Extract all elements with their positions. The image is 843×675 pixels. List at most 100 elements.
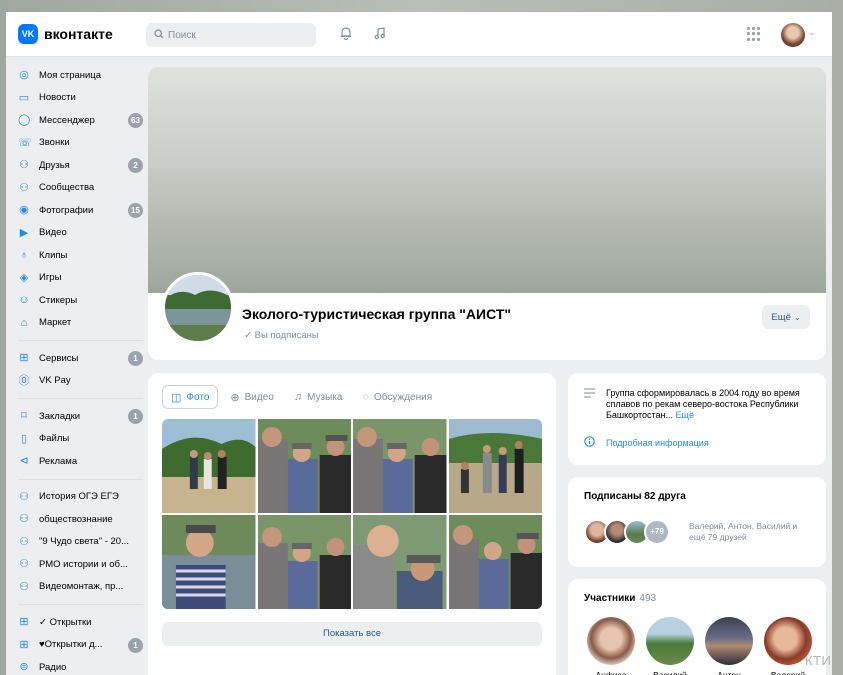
- vkpay-icon: ⓪: [18, 374, 30, 387]
- friends-icon: ⚇: [19, 159, 29, 172]
- notifications-bell-icon[interactable]: [336, 25, 356, 45]
- media-tabs: ◫ Фото ⊕ Видео ♫ Музыка ◌ Обсуждения: [162, 385, 444, 409]
- photo-thumbnail[interactable]: [162, 515, 256, 609]
- file-icon: ▯: [20, 432, 28, 445]
- sidebar-item[interactable]: ▭ Новости: [18, 87, 143, 110]
- sidebar-item[interactable]: ♁ Клипы: [18, 244, 143, 267]
- sidebar-item[interactable]: ☏ Звонки: [18, 132, 143, 155]
- radio-icon: ⊜: [19, 661, 29, 674]
- sidebar-item[interactable]: ⊞ Сервисы 1: [18, 347, 143, 370]
- sidebar-divider: [18, 604, 143, 605]
- sidebar-item-label: Сервисы: [39, 352, 79, 364]
- sidebar-item-label: "9 Чудо света" - 20...: [39, 536, 130, 548]
- stickers-icon: ☺: [18, 294, 30, 307]
- video-icon: ▶: [19, 226, 29, 239]
- sidebar-item[interactable]: ⊜ Радио: [18, 656, 143, 675]
- music-note-icon[interactable]: [370, 25, 390, 45]
- sidebar-item-label: обществознание: [39, 513, 113, 525]
- sidebar-item[interactable]: ⊞ ♥Открытки д... 1: [18, 634, 143, 657]
- sidebar-item[interactable]: ▶ Видео: [18, 222, 143, 245]
- photo-thumbnail[interactable]: [448, 419, 542, 513]
- sidebar-item[interactable]: ⚇ РМО истории и об...: [18, 553, 143, 576]
- tab-music[interactable]: ♫ Музыка: [286, 385, 351, 409]
- sidebar-item[interactable]: ◯ Мессенджер 63: [18, 109, 143, 132]
- photo-thumbnail[interactable]: [353, 419, 447, 513]
- tab-photo[interactable]: ◫ Фото: [162, 385, 219, 409]
- member-item[interactable]: Анфиса: [582, 617, 640, 675]
- photo-thumbnail[interactable]: [162, 419, 256, 513]
- left-sidebar: ◎ Моя страница ▭ Новости ◯ Мессенджер 63 ☏ Звонк…: [18, 64, 143, 675]
- sidebar-item[interactable]: ⊲ Реклама: [18, 450, 143, 473]
- sidebar-item[interactable]: ⚇ обществознание: [18, 508, 143, 531]
- search-icon: [154, 28, 164, 42]
- community-icon: ⚇: [19, 535, 29, 548]
- sidebar-item[interactable]: ◎ Моя страница: [18, 64, 143, 87]
- search-input[interactable]: [168, 29, 308, 41]
- member-avatar: [705, 617, 753, 665]
- subscription-status-label: Вы подписаны: [254, 330, 319, 341]
- text-lines-icon: [584, 388, 595, 401]
- vk-logo[interactable]: VK вконтакте: [18, 24, 113, 44]
- sidebar-item[interactable]: ⚇ История ОГЭ ЕГЭ: [18, 486, 143, 509]
- tab-discussion[interactable]: ◌ Обсуждения: [354, 385, 440, 409]
- apps-grid-icon[interactable]: [747, 27, 761, 41]
- photo-thumbnail[interactable]: [353, 515, 447, 609]
- sidebar-item-label: Новости: [39, 92, 76, 104]
- members-card: Участники 493 Анфиса Василий Антон Валерий: [568, 579, 826, 675]
- sidebar-item-label: Радио: [39, 661, 67, 673]
- member-item[interactable]: Антон: [700, 617, 758, 675]
- chevron-down-icon[interactable]: ⌄: [808, 27, 816, 38]
- top-header: VK вконтакте ⌄: [6, 12, 832, 57]
- subscription-status[interactable]: ✓ Вы подписаны: [244, 330, 319, 341]
- group-cover: [148, 67, 826, 293]
- community-icon: ⚇: [19, 513, 29, 526]
- app-icon: ⊞: [19, 616, 29, 629]
- sidebar-item[interactable]: ⚇ Друзья 2: [18, 154, 143, 177]
- friend-avatars: +79: [584, 519, 670, 545]
- sidebar-item-label: VK Pay: [39, 375, 71, 387]
- sidebar-item-label: Мессенджер: [39, 114, 95, 126]
- subscribed-friends-card[interactable]: Подписаны 82 друга +79 Валерий, Антон, В…: [568, 477, 826, 567]
- member-name: Антон: [717, 670, 741, 675]
- search-box[interactable]: [146, 23, 316, 47]
- sidebar-item[interactable]: ⌂ Маркет: [18, 312, 143, 335]
- watermark: КТИ: [805, 653, 832, 668]
- members-title-label: Участники: [584, 593, 636, 604]
- photo-grid: [162, 419, 542, 609]
- group-title: Эколого-туристическая группа "АИСТ": [242, 306, 512, 322]
- photo-thumbnail[interactable]: [257, 515, 351, 609]
- tab-video[interactable]: ⊕ Видео: [222, 385, 281, 409]
- sidebar-item[interactable]: ☺ Стикеры: [18, 289, 143, 312]
- counter-badge: 63: [128, 113, 143, 128]
- member-name: Анфиса: [595, 670, 627, 675]
- sidebar-item[interactable]: ▯ Файлы: [18, 428, 143, 451]
- sidebar-item-label: Видеомонтаж, пр...: [39, 581, 124, 593]
- video-icon: ⊕: [230, 391, 240, 404]
- description-more-link[interactable]: Ещё: [676, 410, 694, 420]
- details-link[interactable]: Подробная информация: [606, 438, 709, 448]
- photo-thumbnail[interactable]: [448, 515, 542, 609]
- members-title[interactable]: Участники 493: [584, 593, 656, 604]
- sidebar-item[interactable]: ⚇ Видеомонтаж, пр...: [18, 576, 143, 599]
- group-description: Группа сформировалась в 2004 году во вре…: [606, 388, 812, 421]
- counter-badge: 15: [128, 203, 143, 218]
- member-item[interactable]: Василий: [641, 617, 699, 675]
- sidebar-item[interactable]: ⊞ ✓ Открытки: [18, 611, 143, 634]
- group-description-text: Группа сформировалась в 2004 году во вре…: [606, 388, 800, 420]
- sidebar-item-label: Клипы: [39, 249, 68, 261]
- group-avatar[interactable]: [162, 272, 234, 344]
- sidebar-item-label: Игры: [39, 272, 62, 284]
- sidebar-item-label: Файлы: [39, 433, 70, 445]
- photo-thumbnail[interactable]: [257, 419, 351, 513]
- sidebar-item[interactable]: ◈ Игры: [18, 267, 143, 290]
- sidebar-item[interactable]: ⚇ "9 Чудо света" - 20...: [18, 531, 143, 554]
- sidebar-item[interactable]: ◉ Фотографии 15: [18, 199, 143, 222]
- sidebar-item[interactable]: ⚇ Сообщества: [18, 177, 143, 200]
- sidebar-item[interactable]: ⓪ VK Pay: [18, 370, 143, 393]
- more-button[interactable]: Ещё ⌄: [762, 305, 810, 329]
- counter-badge: 1: [128, 351, 143, 366]
- show-all-button[interactable]: Показать все: [162, 622, 542, 646]
- user-avatar[interactable]: [781, 23, 805, 47]
- sidebar-item[interactable]: ⌑ Закладки 1: [18, 405, 143, 428]
- group-info-card: Группа сформировалась в 2004 году во вре…: [568, 373, 826, 465]
